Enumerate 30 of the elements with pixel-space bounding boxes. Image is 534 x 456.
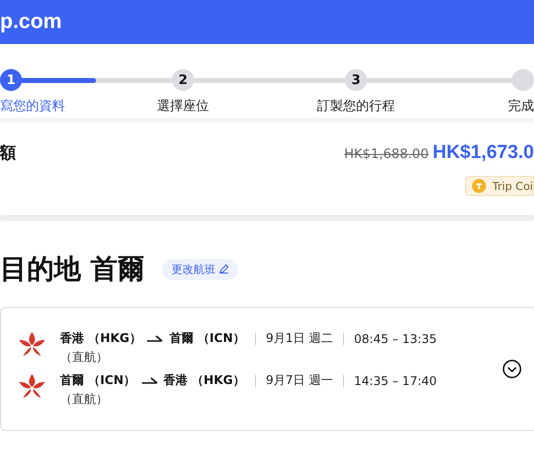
destination-heading: 目的地 首爾 [0, 253, 144, 287]
coin-icon [472, 179, 486, 193]
step-label: 寫您的資料 [0, 98, 65, 115]
origin: 香港 （HKG） [60, 330, 142, 347]
step-label: 完成 [508, 98, 534, 115]
destination: 首爾 （ICN） [169, 330, 245, 347]
arrow-icon [147, 334, 164, 342]
direct-flight-note: （直航） [60, 391, 109, 408]
step-number: 3 [345, 69, 367, 91]
flight-time: 08:45 – 13:35 [354, 332, 437, 346]
logo-text: p.com [0, 10, 62, 34]
destination: 香港 （HKG） [164, 372, 245, 389]
flower-logo-icon [18, 372, 46, 400]
current-price: HK$1,673.0 [432, 142, 534, 164]
direct-flight-note: （直航） [60, 349, 109, 366]
flight-date: 9月1日 週二 [266, 330, 333, 347]
step-label: 訂製您的行程 [317, 98, 395, 115]
step-number: 2 [172, 69, 194, 91]
flower-logo-icon [18, 330, 46, 358]
pencil-icon [219, 264, 230, 274]
original-price: HK$1,688.00 [344, 147, 429, 162]
origin: 首爾 （ICN） [60, 372, 136, 389]
step-number: 1 [0, 69, 22, 91]
flight-time: 14:35 – 17:40 [354, 374, 437, 388]
change-flight-button[interactable]: 更改航班 [162, 258, 238, 280]
step-label: 選擇座位 [157, 98, 209, 115]
arrow-icon [142, 376, 158, 384]
trip-coin-badge: Trip Coi [465, 176, 534, 196]
expand-chevron-icon[interactable] [502, 359, 522, 379]
flight-date: 9月7日 週一 [266, 372, 333, 389]
